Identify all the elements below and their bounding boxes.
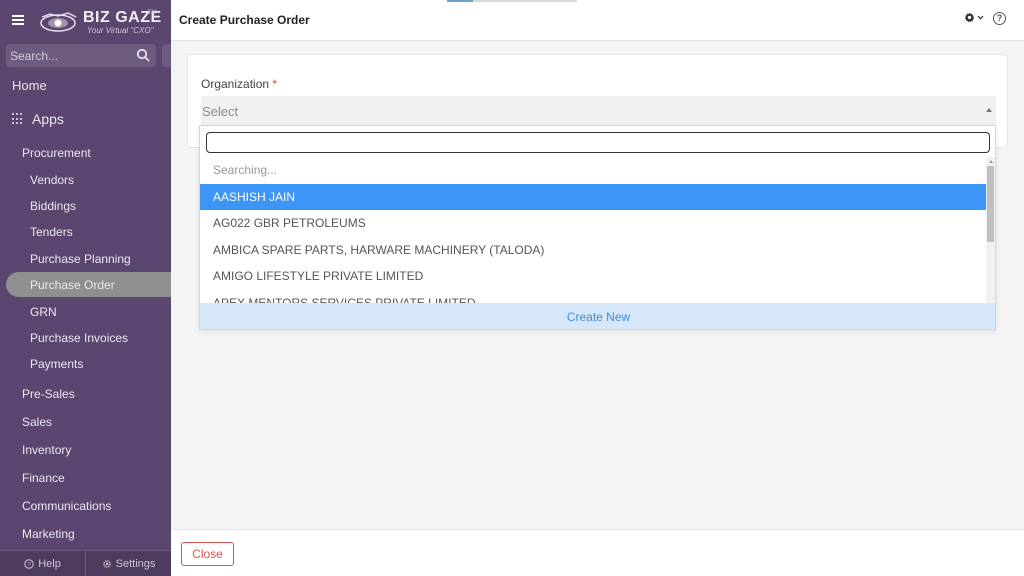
dropdown-scrollbar[interactable]: [986, 157, 995, 303]
organization-label-text: Organization: [201, 77, 270, 91]
dropdown-search-input[interactable]: [206, 132, 990, 153]
sidebar-item-purchase-order[interactable]: Purchase Order: [30, 278, 115, 292]
sidebar-item-apps-label: Apps: [32, 111, 64, 127]
sidebar-item-grn[interactable]: GRN: [30, 305, 57, 319]
sidebar-item-tenders[interactable]: Tenders: [30, 225, 73, 239]
help-button[interactable]: ? Help: [0, 551, 86, 576]
organization-label: Organization *: [201, 77, 277, 91]
dropdown-option[interactable]: AMBICA SPARE PARTS, HARWARE MACHINERY (T…: [200, 237, 986, 264]
scroll-up-arrow-icon[interactable]: [989, 160, 993, 163]
search-icon[interactable]: [136, 48, 150, 62]
sidebar-item-finance[interactable]: Finance: [22, 471, 65, 485]
sidebar-item-inventory[interactable]: Inventory: [22, 443, 71, 457]
settings-label: Settings: [115, 557, 156, 570]
help-label: Help: [38, 557, 61, 570]
sidebar-item-vendors[interactable]: Vendors: [30, 173, 74, 187]
footer-bar: Close: [171, 529, 1024, 576]
chevron-down-icon: [977, 15, 984, 20]
sidebar-footer: ? Help Settings: [0, 550, 171, 576]
sidebar-item-purchase-invoices[interactable]: Purchase Invoices: [30, 331, 128, 345]
hamburger-menu-icon[interactable]: [12, 15, 24, 25]
logo-row: BIZ GAZE TM Your Virtual "CXO": [0, 8, 171, 38]
question-icon[interactable]: ?: [993, 12, 1006, 25]
close-button[interactable]: Close: [181, 542, 234, 566]
caret-up-icon: [986, 108, 992, 112]
organization-select[interactable]: Select: [201, 96, 996, 126]
scrollbar-thumb[interactable]: [987, 166, 994, 242]
page-title: Create Purchase Order: [179, 13, 310, 27]
organization-select-value: Select: [202, 104, 239, 119]
sidebar-item-marketing[interactable]: Marketing: [22, 527, 75, 541]
gear-icon: [964, 12, 975, 23]
help-circle-icon: ?: [24, 558, 34, 569]
sidebar-item-payments[interactable]: Payments: [30, 357, 83, 371]
sidebar-search-stub: [162, 44, 171, 67]
bizgaze-logo-icon: [40, 12, 77, 32]
sidebar-item-communications[interactable]: Communications: [22, 499, 111, 513]
brand-trademark: TM: [148, 10, 157, 16]
sidebar-item-pre-sales[interactable]: Pre-Sales: [22, 387, 75, 401]
sidebar: BIZ GAZE TM Your Virtual "CXO" Home Apps…: [0, 0, 171, 576]
dropdown-option[interactable]: AMIGO LIFESTYLE PRIVATE LIMITED: [200, 263, 986, 290]
sidebar-item-home[interactable]: Home: [12, 78, 47, 93]
apps-grid-icon: [12, 113, 24, 125]
sidebar-item-apps[interactable]: Apps: [12, 111, 64, 127]
sidebar-item-procurement[interactable]: Procurement: [22, 146, 91, 160]
gear-icon: [102, 559, 111, 568]
sidebar-item-sales[interactable]: Sales: [22, 415, 52, 429]
sidebar-item-purchase-planning[interactable]: Purchase Planning: [30, 252, 131, 266]
dropdown-option[interactable]: AASHISH JAIN: [200, 183, 986, 210]
dropdown-options-list: Searching... AASHISH JAIN AG022 GBR PETR…: [200, 157, 986, 303]
settings-menu-button[interactable]: [964, 12, 984, 23]
organization-dropdown: Searching... AASHISH JAIN AG022 GBR PETR…: [199, 125, 996, 330]
create-new-button[interactable]: Create New: [200, 303, 995, 329]
dropdown-searching-status: Searching...: [213, 163, 278, 177]
sidebar-item-biddings[interactable]: Biddings: [30, 199, 76, 213]
dropdown-option[interactable]: AG022 GBR PETROLEUMS: [200, 210, 986, 237]
sidebar-search: [6, 44, 156, 67]
required-marker: *: [272, 77, 278, 91]
settings-button[interactable]: Settings: [86, 551, 171, 576]
header-bar: Create Purchase Order ?: [171, 0, 1024, 41]
dropdown-option[interactable]: APEX MENTORS SERVICES PRIVATE LIMITED: [200, 290, 986, 304]
sidebar-search-input[interactable]: [10, 47, 130, 64]
header-progress-strip: [447, 0, 577, 2]
brand-tagline: Your Virtual "CXO": [87, 26, 154, 35]
